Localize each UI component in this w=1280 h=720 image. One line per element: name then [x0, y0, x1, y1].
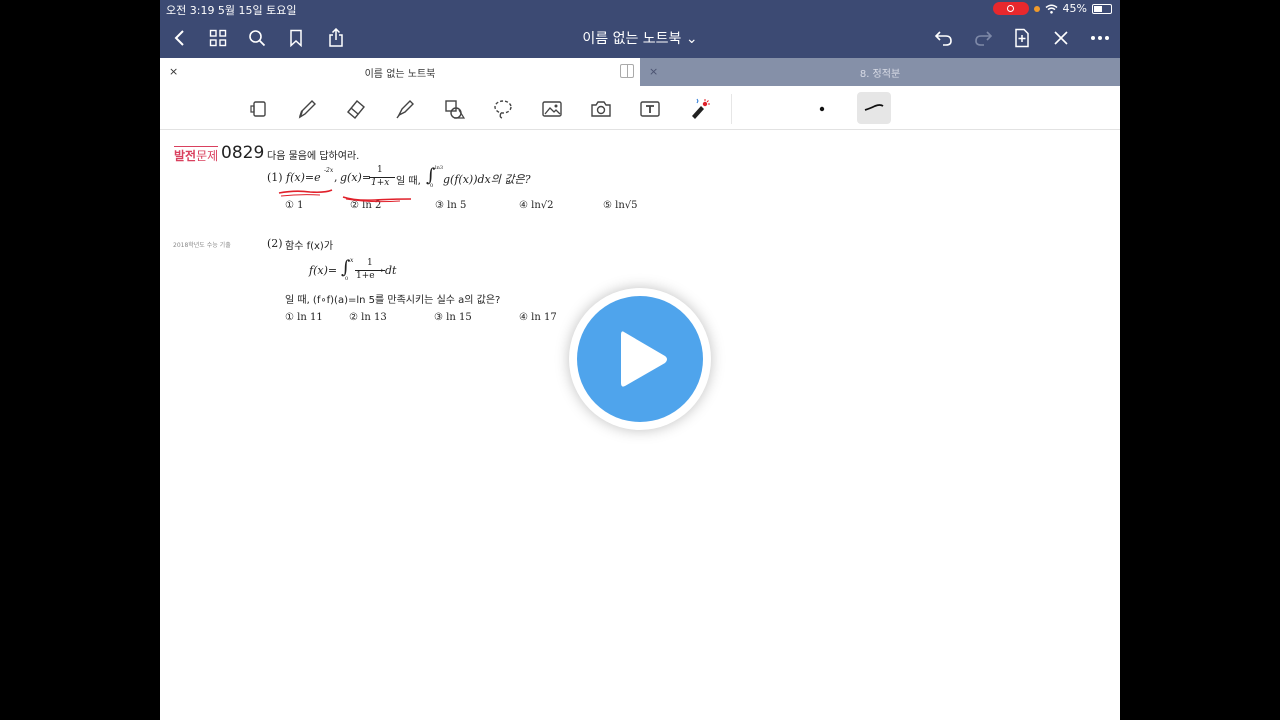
redo-icon[interactable]	[969, 24, 997, 52]
tab-bar: × 이름 없는 노트북 × 8. 정적분	[160, 58, 1120, 86]
notebook-title-button[interactable]: 이름 없는 노트북 ⌄	[582, 31, 697, 47]
bookmark-icon[interactable]	[282, 24, 310, 52]
wifi-icon	[1045, 4, 1058, 14]
navigation-bar: 이름 없는 노트북 ⌄	[160, 18, 1120, 58]
tab-close-icon[interactable]: ×	[169, 65, 178, 78]
ink-underline-f-2	[280, 194, 321, 197]
more-icon[interactable]	[1086, 24, 1114, 52]
drawing-toolbar	[160, 86, 1120, 130]
tab-integral-chapter[interactable]: × 8. 정적분	[640, 58, 1120, 86]
tab-label: 이름 없는 노트북	[364, 68, 436, 80]
search-icon[interactable]	[243, 24, 271, 52]
tab-notebook[interactable]: × 이름 없는 노트북	[160, 58, 640, 86]
text-icon[interactable]	[635, 94, 665, 124]
ipad-screen: 오전 3:19 5월 15일 토요일 45% 이름 없는 노트북 ⌄ × 이름 …	[160, 0, 1120, 720]
back-icon[interactable]	[166, 24, 194, 52]
mic-indicator-icon	[1033, 5, 1040, 12]
status-time-date: 오전 3:19 5월 15일 토요일	[166, 4, 297, 17]
split-view-icon[interactable]	[620, 64, 634, 78]
image-icon[interactable]	[537, 94, 567, 124]
page-tool-icon[interactable]	[244, 94, 274, 124]
toolbar-separator	[731, 94, 732, 124]
tab-close-icon[interactable]: ×	[649, 65, 658, 78]
screen-recording-icon	[992, 2, 1029, 15]
eraser-icon[interactable]	[341, 94, 371, 124]
undo-icon[interactable]	[930, 24, 958, 52]
pen-icon[interactable]	[292, 94, 322, 124]
notebook-page[interactable]: 발전문제 0829 다음 물음에 답하여라. (1) f(x)=e -2x , …	[160, 131, 1120, 720]
highlighter-icon[interactable]	[390, 94, 420, 124]
camera-icon[interactable]	[586, 94, 616, 124]
tab-label: 8. 정적분	[859, 68, 901, 80]
play-icon	[621, 331, 667, 387]
battery-icon	[1092, 3, 1112, 14]
close-icon[interactable]	[1047, 24, 1075, 52]
grid-icon[interactable]	[204, 24, 232, 52]
ink-underline-f	[278, 189, 333, 194]
pen-stroke-style[interactable]	[857, 92, 891, 124]
add-page-icon[interactable]	[1008, 24, 1036, 52]
lasso-icon[interactable]	[488, 94, 518, 124]
shapes-icon[interactable]	[439, 94, 469, 124]
play-button[interactable]	[569, 288, 711, 430]
pen-size-dot[interactable]	[807, 94, 837, 124]
status-right: 45%	[992, 2, 1112, 15]
status-bar: 오전 3:19 5월 15일 토요일 45%	[160, 0, 1120, 18]
battery-percent: 45%	[1062, 2, 1087, 15]
share-icon[interactable]	[322, 24, 350, 52]
laser-pointer-icon[interactable]	[684, 94, 714, 124]
